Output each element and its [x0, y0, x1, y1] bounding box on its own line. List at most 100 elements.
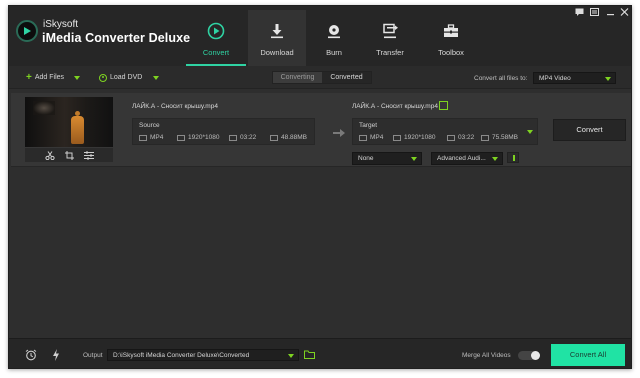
tab-transfer[interactable]: Transfer [361, 10, 419, 66]
arrow-right-icon [333, 129, 345, 137]
alarm-clock-icon[interactable] [25, 349, 37, 361]
target-resolution-value: 1920*1080 [404, 134, 436, 141]
load-dvd-label: Load DVD [110, 74, 143, 81]
folder-icon [270, 134, 278, 141]
thumbnail-figure-body [71, 116, 84, 144]
subtitle-select[interactable]: None [352, 152, 422, 165]
clock-icon [447, 134, 455, 141]
plus-icon: + [26, 71, 32, 83]
source-file-name: ЛАЙК.А - Сносит крышу.mp4 [132, 103, 218, 110]
toggle-knob [531, 351, 540, 360]
target-title: Target [359, 122, 378, 129]
target-duration: 03:22 [447, 134, 474, 141]
resolution-icon [393, 134, 401, 141]
tab-download[interactable]: Download [248, 10, 306, 66]
merge-all-toggle[interactable] [518, 351, 540, 360]
brand-name: iSkysoft [43, 19, 79, 30]
add-files-dropdown-icon[interactable] [74, 76, 80, 80]
status-segmented-control: Converting Converted [272, 71, 372, 84]
source-format-value: MP4 [150, 134, 164, 141]
target-size-value: 75.58MB [492, 134, 519, 141]
chevron-down-icon [411, 157, 417, 161]
source-size-value: 48.88MB [281, 134, 308, 141]
subtitle-value: None [358, 155, 374, 162]
lightning-icon[interactable] [52, 349, 60, 361]
close-icon[interactable] [620, 8, 629, 16]
toolbox-icon [444, 24, 458, 37]
convert-button[interactable]: Convert [553, 119, 626, 141]
menu-icon[interactable] [590, 8, 599, 16]
target-size: 75.58MB [481, 134, 518, 141]
download-icon [271, 24, 283, 39]
tab-burn[interactable]: Burn [305, 10, 363, 66]
output-path-value: D:\iSkysoft iMedia Converter Deluxe\Conv… [113, 352, 250, 359]
tab-label: Toolbox [438, 48, 464, 57]
convert-all-button[interactable]: Convert All [551, 344, 625, 366]
film-icon [139, 134, 147, 141]
thumbnail-tools [25, 148, 113, 162]
folder-icon [481, 134, 489, 141]
tab-label: Download [260, 48, 294, 57]
convert-all-format-select[interactable]: MP4 Video [533, 72, 616, 84]
audio-track-select[interactable]: Advanced Audi... [431, 152, 503, 165]
trim-icon[interactable] [45, 151, 55, 160]
bottom-bar: Output D:\iSkysoft iMedia Converter Delu… [9, 338, 631, 368]
tab-label: Burn [326, 48, 342, 57]
effects-icon[interactable] [84, 151, 94, 160]
source-duration: 03:22 [229, 134, 256, 141]
convert-icon [207, 22, 225, 40]
tab-converting[interactable]: Converting [273, 72, 322, 83]
chevron-down-icon [605, 77, 611, 81]
target-format: MP4 [359, 134, 383, 141]
load-dvd-button[interactable]: Load DVD [99, 72, 142, 83]
target-format-value: MP4 [370, 134, 384, 141]
source-resolution-value: 1920*1080 [188, 134, 220, 141]
info-button[interactable] [507, 152, 519, 163]
film-icon [359, 134, 367, 141]
source-format: MP4 [139, 134, 163, 141]
output-path-select[interactable]: D:\iSkysoft iMedia Converter Deluxe\Conv… [107, 349, 299, 361]
source-duration-value: 03:22 [240, 134, 257, 141]
dvd-icon [99, 73, 107, 82]
target-info-box[interactable]: Target MP4 1920*1080 03:22 75.58MB [352, 118, 538, 145]
tab-toolbox[interactable]: Toolbox [422, 10, 480, 66]
clock-icon [229, 134, 237, 141]
product-name: iMedia Converter Deluxe [42, 31, 191, 45]
add-files-button[interactable]: + Add Files [26, 72, 64, 83]
tab-convert[interactable]: Convert [187, 10, 245, 66]
merge-all-label: Merge All Videos [462, 352, 511, 359]
file-list-empty-area [9, 168, 631, 338]
source-size: 48.88MB [270, 134, 307, 141]
convert-all-format-value: MP4 Video [539, 75, 571, 82]
app-window: iSkysoft iMedia Converter Deluxe Convert… [8, 5, 632, 369]
source-title: Source [139, 122, 160, 129]
load-dvd-dropdown-icon[interactable] [153, 76, 159, 80]
burn-icon [328, 25, 340, 39]
source-resolution: 1920*1080 [177, 134, 219, 141]
tab-label: Convert [202, 48, 230, 57]
minimize-icon[interactable] [606, 8, 615, 16]
target-format-dropdown-icon[interactable] [527, 130, 533, 134]
target-file-name: ЛАЙК.А - Сносит крышу.mp4 [352, 103, 438, 110]
target-duration-value: 03:22 [458, 134, 475, 141]
video-thumbnail[interactable] [25, 97, 113, 147]
chevron-down-icon [288, 354, 294, 358]
app-logo-icon [16, 20, 38, 42]
source-info-box: Source MP4 1920*1080 03:22 48.88MB [132, 118, 315, 145]
audio-track-value: Advanced Audi... [437, 155, 486, 162]
tab-converted[interactable]: Converted [322, 72, 371, 83]
add-files-label: Add Files [34, 74, 65, 81]
transfer-icon [383, 23, 398, 39]
info-icon [513, 155, 515, 161]
target-resolution: 1920*1080 [393, 134, 435, 141]
file-row: ЛАЙК.А - Сносит крышу.mp4 Source MP4 192… [11, 93, 631, 167]
header: iSkysoft iMedia Converter Deluxe Convert… [9, 6, 631, 66]
open-folder-icon[interactable] [304, 350, 315, 359]
crop-icon[interactable] [65, 151, 75, 160]
edit-name-icon[interactable] [439, 101, 448, 110]
feedback-icon[interactable] [575, 8, 584, 16]
toolbar: + Add Files Load DVD Converting Converte… [9, 66, 631, 89]
thumbnail-light [33, 101, 55, 115]
convert-all-files-label: Convert all files to: [474, 75, 528, 82]
tab-label: Transfer [376, 48, 404, 57]
